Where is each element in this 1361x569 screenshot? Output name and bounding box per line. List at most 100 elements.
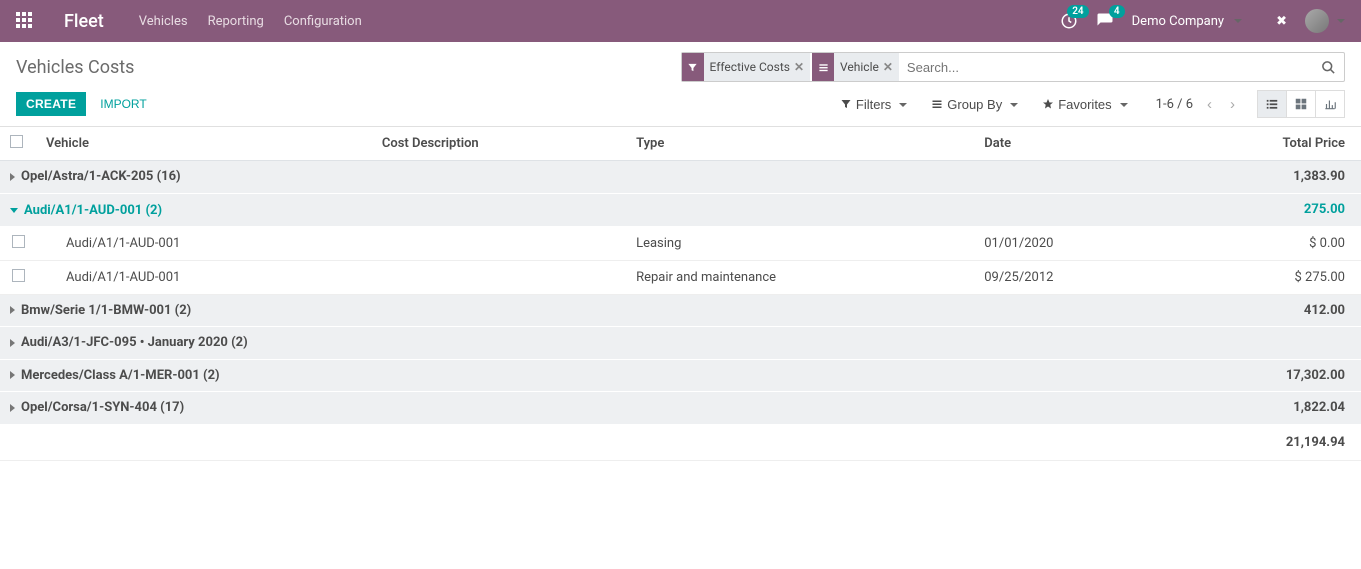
cell-type: Repair and maintenance (626, 260, 974, 294)
row-checkbox[interactable] (12, 269, 25, 282)
groupby-label: Group By (947, 97, 1002, 112)
download-icon[interactable] (161, 97, 175, 111)
search-input[interactable] (901, 60, 1313, 75)
activity-badge: 24 (1067, 5, 1088, 18)
view-list[interactable] (1257, 90, 1287, 118)
page-title: Vehicles Costs (16, 57, 134, 78)
col-total-price[interactable]: Total Price (1168, 127, 1361, 161)
nav-menu-reporting[interactable]: Reporting (208, 14, 264, 29)
top-navbar: Fleet Vehicles Reporting Configuration 2… (0, 0, 1361, 42)
pager-prev[interactable]: ‹ (1203, 94, 1216, 115)
group-title: Mercedes/Class A/1-MER-001 (2) (21, 368, 220, 383)
search-facet-groupby: Vehicle ✕ (812, 53, 899, 81)
nav-menu: Vehicles Reporting Configuration (139, 14, 362, 29)
apps-icon[interactable] (16, 12, 34, 30)
cell-vehicle: Audi/A1/1-AUD-001 (36, 260, 372, 294)
import-button[interactable]: Import (100, 97, 146, 111)
chevron-down-icon (1333, 14, 1345, 29)
filter-icon (682, 53, 704, 81)
group-row[interactable]: Opel/Astra/1-ACK-205 (16) 1,383.90 (0, 161, 1361, 194)
view-kanban[interactable] (1286, 90, 1316, 118)
cell-date: 01/01/2020 (974, 226, 1168, 260)
facet-remove[interactable]: ✕ (883, 60, 893, 74)
expand-arrow-icon (10, 404, 15, 412)
filters-label: Filters (856, 97, 891, 112)
group-total: 1,383.90 (1168, 161, 1361, 194)
group-total: 1,822.04 (1168, 392, 1361, 425)
view-switcher (1257, 90, 1345, 118)
group-title: Opel/Corsa/1-SYN-404 (17) (21, 400, 184, 415)
create-button[interactable]: Create (16, 92, 86, 116)
nav-left: Fleet Vehicles Reporting Configuration (16, 11, 362, 32)
cell-date: 09/25/2012 (974, 260, 1168, 294)
view-graph[interactable] (1315, 90, 1345, 118)
chevron-down-icon (895, 97, 907, 112)
expand-arrow-icon (10, 339, 15, 347)
pager-range[interactable]: 1-6 / 6 (1156, 97, 1193, 112)
nav-right: 24 4 Demo Company ✖ (1060, 9, 1345, 33)
action-buttons: Create Import (16, 92, 175, 116)
pager: 1-6 / 6 ‹ › (1156, 94, 1239, 115)
group-total: 275.00 (1168, 193, 1361, 226)
groupby-dropdown[interactable]: Group By (931, 97, 1018, 112)
cell-total: $ 0.00 (1168, 226, 1361, 260)
control-panel: Vehicles Costs Effective Costs ✕ Vehicle… (0, 42, 1361, 127)
group-total (1168, 327, 1361, 360)
app-brand[interactable]: Fleet (64, 11, 104, 32)
company-name: Demo Company (1132, 14, 1224, 29)
cell-total: $ 275.00 (1168, 260, 1361, 294)
search-icon[interactable] (1313, 60, 1344, 75)
cell-type: Leasing (626, 226, 974, 260)
costs-table: Vehicle Cost Description Type Date Total… (0, 127, 1361, 461)
facet-remove[interactable]: ✕ (794, 60, 804, 74)
facet-label: Vehicle (840, 60, 879, 74)
group-row[interactable]: Bmw/Serie 1/1-BMW-001 (2) 412.00 (0, 294, 1361, 327)
debug-icon[interactable]: ✖ (1260, 13, 1287, 29)
col-vehicle[interactable]: Vehicle (36, 127, 372, 161)
group-total: 17,302.00 (1168, 359, 1361, 392)
group-title: Audi/A1/1-AUD-001 (2) (24, 203, 162, 218)
chevron-down-icon (1116, 97, 1128, 112)
cell-cost-desc (372, 260, 626, 294)
group-row[interactable]: Mercedes/Class A/1-MER-001 (2) 17,302.00 (0, 359, 1361, 392)
grand-total-row: 21,194.94 (0, 424, 1361, 460)
favorites-dropdown[interactable]: Favorites (1042, 97, 1127, 112)
cell-vehicle: Audi/A1/1-AUD-001 (36, 226, 372, 260)
expand-arrow-icon (10, 306, 15, 314)
table-row[interactable]: Audi/A1/1-AUD-001 Repair and maintenance0… (0, 260, 1361, 294)
group-total: 412.00 (1168, 294, 1361, 327)
group-row[interactable]: Audi/A1/1-AUD-001 (2) 275.00 (0, 193, 1361, 226)
row-checkbox[interactable] (12, 235, 25, 248)
company-switcher[interactable]: Demo Company (1132, 14, 1242, 29)
select-all-checkbox[interactable] (10, 135, 23, 148)
col-date[interactable]: Date (974, 127, 1168, 161)
chevron-down-icon (1006, 97, 1018, 112)
expand-arrow-icon (10, 371, 15, 379)
messages-badge: 4 (1109, 5, 1125, 18)
avatar (1305, 9, 1329, 33)
search-controls: Filters Group By Favorites (840, 97, 1128, 112)
activity-icon[interactable]: 24 (1060, 12, 1078, 30)
pager-next[interactable]: › (1226, 94, 1239, 115)
group-row[interactable]: Opel/Corsa/1-SYN-404 (17) 1,822.04 (0, 392, 1361, 425)
cell-cost-desc (372, 226, 626, 260)
nav-menu-configuration[interactable]: Configuration (284, 14, 362, 29)
group-row[interactable]: Audi/A3/1-JFC-095 • January 2020 (2) (0, 327, 1361, 360)
col-type[interactable]: Type (626, 127, 974, 161)
grand-total: 21,194.94 (0, 424, 1361, 460)
table-row[interactable]: Audi/A1/1-AUD-001 Leasing01/01/2020$ 0.00 (0, 226, 1361, 260)
group-title: Opel/Astra/1-ACK-205 (16) (21, 169, 181, 184)
col-cost-desc[interactable]: Cost Description (372, 127, 626, 161)
messages-icon[interactable]: 4 (1096, 12, 1114, 30)
expand-arrow-icon (10, 173, 15, 181)
search-facet-filter: Effective Costs ✕ (682, 53, 811, 81)
table-header-row: Vehicle Cost Description Type Date Total… (0, 127, 1361, 161)
favorites-label: Favorites (1058, 97, 1111, 112)
group-title: Bmw/Serie 1/1-BMW-001 (2) (21, 303, 191, 318)
nav-menu-vehicles[interactable]: Vehicles (139, 14, 188, 29)
filters-dropdown[interactable]: Filters (840, 97, 907, 112)
search-bar[interactable]: Effective Costs ✕ Vehicle ✕ (681, 52, 1346, 82)
facet-label: Effective Costs (710, 60, 790, 74)
group-icon (812, 53, 834, 81)
user-menu[interactable] (1305, 9, 1345, 33)
